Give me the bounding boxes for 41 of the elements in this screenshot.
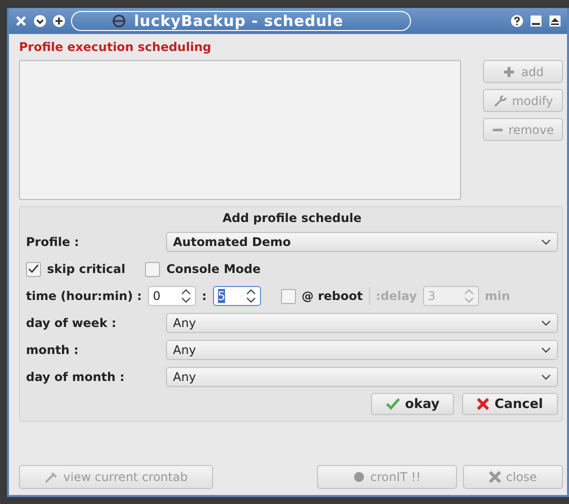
dropdown[interactable]: Any: [166, 313, 558, 333]
unit-label: min: [484, 289, 510, 303]
cross-icon: [477, 398, 490, 410]
okay-button[interactable]: okay: [371, 393, 454, 415]
wrench-icon: [492, 94, 507, 106]
cross-icon: [489, 471, 502, 483]
dropdown[interactable]: Any: [166, 340, 558, 360]
chevron-down-icon: [541, 374, 551, 380]
maximize-icon[interactable]: [549, 15, 561, 27]
window-title: luckyBackup - schedule: [134, 12, 344, 30]
help-icon[interactable]: [511, 15, 523, 27]
dropdown[interactable]: Any: [166, 367, 558, 387]
close-icon[interactable]: [15, 15, 27, 27]
chevron-down-icon: [541, 239, 551, 245]
checkmark-icon: [386, 398, 400, 410]
chevron-down-icon: [541, 347, 551, 353]
plus-icon[interactable]: [53, 15, 65, 27]
field-label: day of month :: [26, 370, 126, 384]
spin-arrows-icon[interactable]: [180, 289, 191, 303]
profile-dropdown[interactable]: Automated Demo: [166, 232, 558, 252]
time-separator: :: [202, 289, 207, 303]
panel-title: Add profile schedule: [221, 211, 363, 225]
section-heading: Profile execution scheduling: [19, 40, 212, 54]
hour-spinbox[interactable]: 0: [148, 286, 196, 306]
field-label: day of week :: [26, 316, 118, 330]
minimize-icon[interactable]: [530, 15, 542, 27]
checkmark-icon: [28, 264, 39, 274]
plus-icon: [502, 66, 516, 78]
field-label: time (hour:min) :: [26, 289, 142, 303]
cancel-button[interactable]: Cancel: [462, 393, 558, 415]
dot-icon: [353, 471, 366, 483]
option-checkbox[interactable]: skip critical: [26, 262, 126, 276]
chevron-down-icon: [541, 320, 551, 326]
spin-arrows-icon[interactable]: [246, 289, 256, 303]
field-label: month :: [26, 343, 80, 357]
chevron-down-icon[interactable]: [34, 15, 46, 27]
minute-spinbox[interactable]: 5: [212, 286, 261, 306]
app-logo-icon: [112, 14, 126, 28]
field-label: Profile :: [26, 235, 80, 249]
option-checkbox[interactable]: Console Mode: [145, 262, 261, 276]
delay-label: :delay: [376, 289, 417, 303]
